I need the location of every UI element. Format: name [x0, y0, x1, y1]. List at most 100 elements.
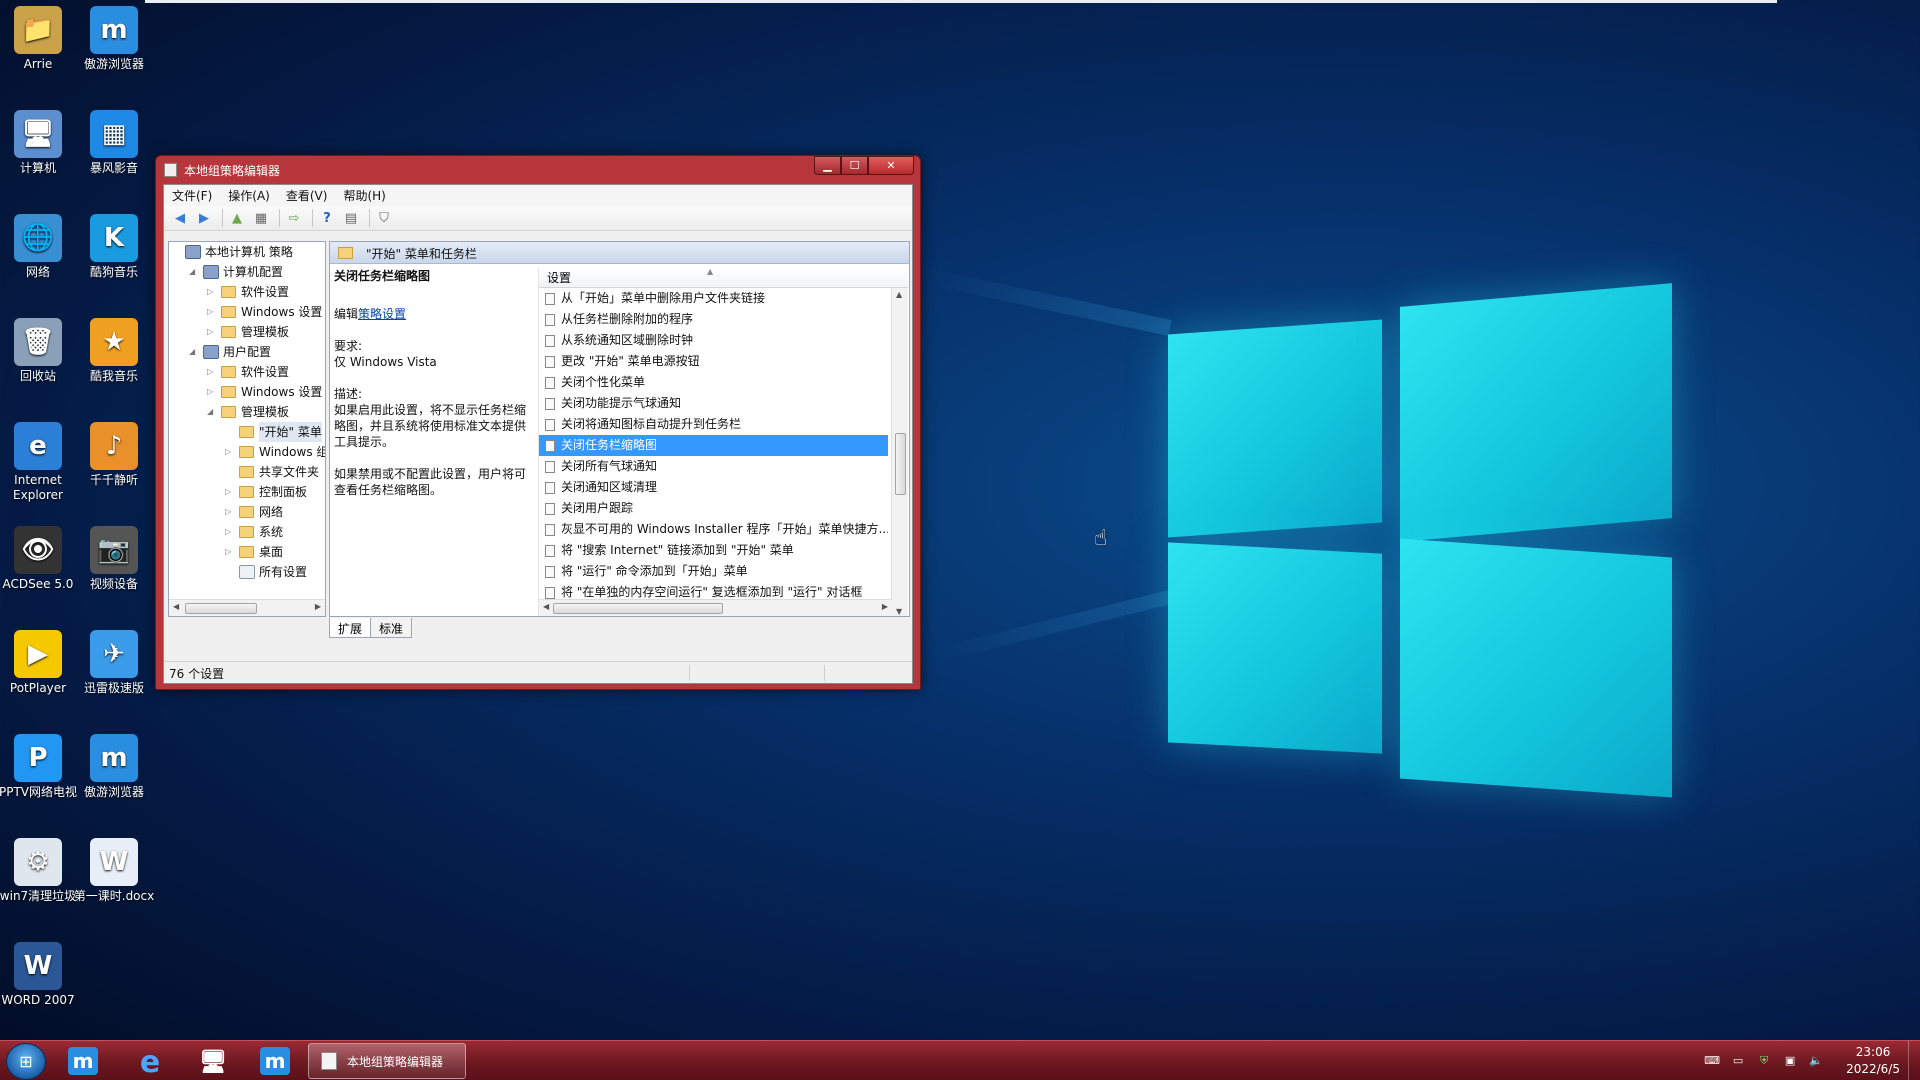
title-bar[interactable]: 本地组策略编辑器 ▁ ☐ ✕	[156, 156, 920, 184]
scroll-right-arrow-icon[interactable]: ▶	[315, 602, 321, 611]
network-icon[interactable]: ▣	[1782, 1054, 1798, 1068]
desktop-icon[interactable]: e Internet Explorer	[0, 422, 79, 503]
minimize-button[interactable]: ▁	[814, 156, 841, 175]
taskbar-button-gpedit[interactable]: 本地组策略编辑器	[308, 1043, 466, 1079]
desktop-icon[interactable]: 📁 Arrie	[0, 6, 79, 72]
properties-icon[interactable]: ▤	[341, 209, 361, 227]
tree-item[interactable]: 共享文件夹	[169, 462, 325, 482]
setting-row[interactable]: 关闭所有气球通知	[539, 456, 888, 477]
tree-item[interactable]: ▷ 软件设置	[169, 282, 325, 302]
volume-icon[interactable]: 🔈	[1808, 1054, 1824, 1068]
list-vertical-scrollbar[interactable]: ▲ ▼	[891, 288, 908, 616]
collapsed-arrow-icon[interactable]: ▷	[225, 522, 231, 542]
tree-item[interactable]: "开始" 菜单	[169, 422, 325, 442]
maxthon-icon[interactable]: m	[260, 1047, 290, 1075]
setting-row[interactable]: 关闭个性化菜单	[539, 372, 888, 393]
show-hide-tree-icon[interactable]: ▦	[251, 209, 271, 227]
tree-item[interactable]: ▷ 网络	[169, 502, 325, 522]
edit-policy-link[interactable]: 策略设置	[358, 307, 406, 321]
group-policy-editor-window[interactable]: 本地组策略编辑器 ▁ ☐ ✕ 文件(F) 操作(A) 查看(V) 帮助(H) ◀…	[155, 155, 921, 690]
keyboard-icon[interactable]: ▭	[1730, 1054, 1746, 1068]
desktop-icon[interactable]: ✈ 迅雷极速版	[73, 630, 155, 696]
desktop-icon[interactable]: m 傲游浏览器	[73, 6, 155, 72]
desktop-icon[interactable]: 🗑 回收站	[0, 318, 79, 384]
tab-standard[interactable]: 标准	[370, 618, 413, 638]
forward-arrow-icon[interactable]: ▶	[194, 209, 214, 227]
maxthon-icon[interactable]: m	[68, 1047, 98, 1075]
setting-row[interactable]: 从任务栏删除附加的程序	[539, 309, 888, 330]
scroll-down-arrow-icon[interactable]: ▼	[896, 607, 902, 616]
setting-row[interactable]: 更改 "开始" 菜单电源按钮	[539, 351, 888, 372]
tab-extended[interactable]: 扩展	[329, 618, 372, 638]
input-method-icon[interactable]: ⌨	[1704, 1054, 1720, 1068]
security-shield-icon[interactable]: ⛨	[1756, 1054, 1772, 1068]
start-button[interactable]: ⊞	[6, 1043, 46, 1080]
setting-row[interactable]: 关闭通知区域清理	[539, 477, 888, 498]
up-folder-icon[interactable]: ▲	[227, 209, 247, 227]
menu-file[interactable]: 文件(F)	[172, 187, 212, 204]
tree-item[interactable]: ◢ 管理模板	[169, 402, 325, 422]
tree-item[interactable]: ▷ Windows 设置	[169, 382, 325, 402]
tree-horizontal-scrollbar[interactable]: ◀ ▶	[169, 599, 325, 616]
setting-row[interactable]: 灰显不可用的 Windows Installer 程序「开始」菜单快捷方...	[539, 519, 888, 540]
tree-item[interactable]: ◢ 计算机配置	[169, 262, 325, 282]
setting-row[interactable]: 关闭用户跟踪	[539, 498, 888, 519]
collapsed-arrow-icon[interactable]: ▷	[207, 362, 213, 382]
scroll-thumb[interactable]	[895, 433, 906, 495]
collapsed-arrow-icon[interactable]: ▷	[225, 442, 231, 462]
ie-icon[interactable]: e	[130, 1045, 170, 1080]
desktop-icon[interactable]: ▶ PotPlayer	[0, 630, 79, 696]
expanded-arrow-icon[interactable]: ◢	[189, 342, 195, 362]
desktop-icon[interactable]: m 傲游浏览器	[73, 734, 155, 800]
collapsed-arrow-icon[interactable]: ▷	[225, 482, 231, 502]
scroll-up-arrow-icon[interactable]: ▲	[896, 290, 902, 299]
desktop-icon[interactable]: P PPTV网络电视	[0, 734, 79, 800]
close-button[interactable]: ✕	[868, 156, 914, 175]
desktop-icon[interactable]: 🖥 计算机	[0, 110, 79, 176]
tree-item[interactable]: ▷ 桌面	[169, 542, 325, 562]
filter-icon[interactable]: ⛉	[374, 209, 394, 227]
desktop-icon[interactable]: ♪ 千千静听	[73, 422, 155, 488]
tree-item[interactable]: ▷ Windows 组	[169, 442, 325, 462]
setting-row[interactable]: 将 "搜索 Internet" 链接添加到 "开始" 菜单	[539, 540, 888, 561]
clock[interactable]: 23:06 2022/6/5	[1846, 1044, 1900, 1078]
column-header-setting[interactable]: 设置 ▲	[539, 268, 908, 288]
collapsed-arrow-icon[interactable]: ▷	[207, 302, 213, 322]
menu-view[interactable]: 查看(V)	[286, 187, 328, 204]
setting-row[interactable]: 将 "运行" 命令添加到「开始」菜单	[539, 561, 888, 582]
desktop-icon[interactable]: ⚙ win7清理垃圾	[0, 838, 79, 904]
tree-item[interactable]: ▷ Windows 设置	[169, 302, 325, 322]
tree-item[interactable]: ◢ 用户配置	[169, 342, 325, 362]
collapsed-arrow-icon[interactable]: ▷	[207, 322, 213, 342]
tree-item[interactable]: 所有设置	[169, 562, 325, 582]
setting-row[interactable]: 关闭任务栏缩略图	[539, 435, 888, 456]
setting-row[interactable]: 从系统通知区域删除时钟	[539, 330, 888, 351]
scroll-left-arrow-icon[interactable]: ◀	[173, 602, 179, 611]
tree-item[interactable]: 本地计算机 策略	[169, 242, 325, 262]
tree-item[interactable]: ▷ 管理模板	[169, 322, 325, 342]
settings-list[interactable]: 设置 ▲ 从「开始」菜单中删除用户文件夹链接 从任务栏删除附加的程序 从系统通知区域…	[538, 268, 908, 616]
expanded-arrow-icon[interactable]: ◢	[207, 402, 213, 422]
setting-row[interactable]: 关闭功能提示气球通知	[539, 393, 888, 414]
scroll-thumb[interactable]	[185, 603, 257, 614]
desktop-icon[interactable]: 📷 视频设备	[73, 526, 155, 592]
help-icon[interactable]: ?	[317, 209, 337, 227]
scroll-right-arrow-icon[interactable]: ▶	[882, 602, 888, 611]
maximize-button[interactable]: ☐	[841, 156, 868, 175]
desktop-icon[interactable]: ★ 酷我音乐	[73, 318, 155, 384]
collapsed-arrow-icon[interactable]: ▷	[207, 282, 213, 302]
desktop-icon[interactable]: ▦ 暴风影音	[73, 110, 155, 176]
export-list-icon[interactable]: ⇨	[284, 209, 304, 227]
desktop-icon[interactable]: 👁 ACDSee 5.0	[0, 526, 79, 592]
tree-item[interactable]: ▷ 系统	[169, 522, 325, 542]
tree-item[interactable]: ▷ 控制面板	[169, 482, 325, 502]
desktop-icon[interactable]: W WORD 2007	[0, 942, 79, 1008]
setting-row[interactable]: 关闭将通知图标自动提升到任务栏	[539, 414, 888, 435]
collapsed-arrow-icon[interactable]: ▷	[225, 542, 231, 562]
expanded-arrow-icon[interactable]: ◢	[189, 262, 195, 282]
tree-item[interactable]: ▷ 软件设置	[169, 362, 325, 382]
back-arrow-icon[interactable]: ◀	[170, 209, 190, 227]
collapsed-arrow-icon[interactable]: ▷	[225, 502, 231, 522]
list-horizontal-scrollbar[interactable]: ◀ ▶	[539, 599, 892, 616]
policy-tree[interactable]: 本地计算机 策略 ◢ 计算机配置 ▷ 软件设置 ▷ Windows 设置 ▷ 管理模板 ◢ 用户配置…	[168, 241, 326, 617]
